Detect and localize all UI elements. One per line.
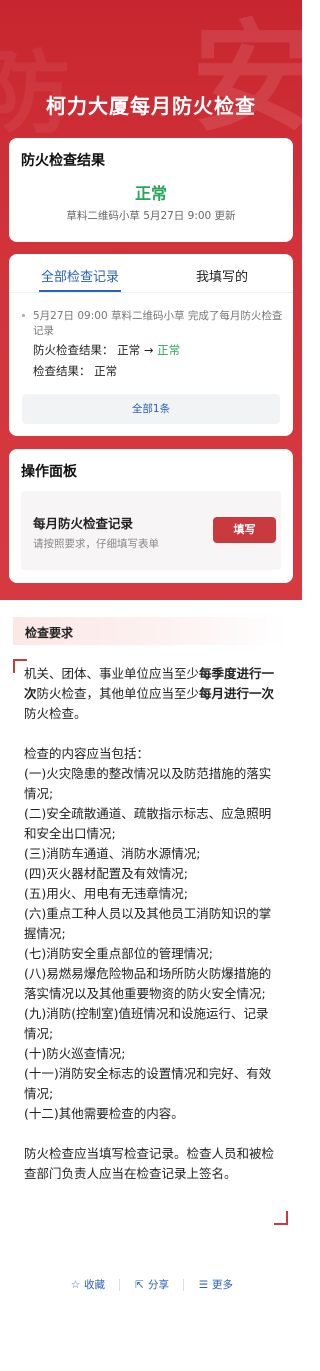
share-icon: ⇱ — [135, 1279, 144, 1291]
requirements-closing: 防火检查应当填写检查记录。检查人员和被检查部门负责人应当在检查记录上签名。 — [24, 1146, 275, 1181]
timeline-dot — [22, 314, 25, 317]
requirement-item: (八)易燃易爆危险物品和场所防火防爆措施的落实情况以及其他重要物资的防火安全情况… — [24, 966, 272, 1001]
active-tab-indicator — [39, 290, 121, 292]
requirement-item: (一)火灾隐患的整改情况以及防范措施的落实情况; — [24, 766, 272, 801]
status-badge: 正常 — [134, 184, 167, 203]
page-title: 柯力大厦每月防火检查 — [46, 94, 256, 118]
watermark-decoration-2: 防 — [0, 41, 70, 146]
field-value: 正常 — [94, 364, 118, 378]
footer-actions: ☆ 收藏 ⇱ 分享 ☰ 更多 — [0, 1277, 302, 1293]
field-label: 检查结果： — [33, 364, 91, 378]
star-icon: ☆ — [70, 1279, 81, 1291]
field-new-value: 正常 — [157, 343, 181, 357]
requirements-body: 机关、团体、事业单位应当至少每季度进行一次防火检查，其他单位应当至少每月进行一次… — [24, 664, 280, 1184]
form-subtitle: 请按照要求，仔细填写表单 — [33, 538, 159, 550]
record-field-fire-result: 防火检查结果： 正常 → 正常 — [33, 342, 180, 358]
inspection-result-card: 防火检查结果 正常 草料二维码小草 5月27日 9:00 更新 — [9, 138, 293, 242]
share-button[interactable]: ⇱ 分享 — [134, 1277, 169, 1292]
operation-panel-card: 操作面板 每月防火检查记录 请按照要求，仔细填写表单 填写 — [9, 449, 293, 583]
requirements-title: 检查要求 — [25, 626, 74, 640]
result-card-title: 防火检查结果 — [21, 153, 105, 169]
menu-icon: ☰ — [198, 1279, 209, 1291]
corner-bracket-decoration — [274, 1211, 288, 1225]
records-tabs: 全部检查记录 我填写的 — [9, 254, 293, 293]
panel-title: 操作面板 — [21, 464, 77, 480]
requirement-item: (七)消防安全重点部位的管理情况; — [24, 946, 213, 961]
divider — [183, 1279, 184, 1291]
requirement-item: (二)安全疏散通道、疏散指示标志、应急照明和安全出口情况; — [24, 806, 272, 841]
requirements-paragraph-1: 机关、团体、事业单位应当至少每季度进行一次防火检查，其他单位应当至少每月进行一次… — [24, 666, 275, 721]
field-label: 防火检查结果： — [33, 343, 114, 357]
requirement-item: (三)消防车通道、消防水源情况; — [24, 846, 201, 861]
record-field-result: 检查结果： 正常 — [33, 363, 117, 379]
field-old-value: 正常 — [117, 343, 141, 357]
requirement-item: (四)灭火器材配置及有效情况; — [24, 866, 188, 881]
form-entry: 每月防火检查记录 请按照要求，仔细填写表单 填写 — [21, 491, 281, 570]
divider — [119, 1279, 120, 1291]
collect-button[interactable]: ☆ 收藏 — [70, 1277, 105, 1292]
requirements-header: 检查要求 — [13, 617, 287, 645]
requirement-item: (五)用火、用电有无违章情况; — [24, 886, 188, 901]
requirements-intro: 检查的内容应当包括： — [24, 746, 150, 761]
form-title: 每月防火检查记录 — [33, 516, 134, 531]
requirement-item: (十二)其他需要检查的内容。 — [24, 1106, 184, 1121]
arrow-icon: → — [143, 343, 154, 357]
requirement-item: (六)重点工种人员以及其他员工消防知识的掌握情况; — [24, 906, 272, 941]
more-button[interactable]: ☰ 更多 — [198, 1277, 233, 1292]
tab-my-records[interactable]: 我填写的 — [151, 266, 293, 285]
watermark-decoration: 安 — [192, 9, 302, 148]
record-summary[interactable]: 5月27日 09:00 草料二维码小草 完成了每月防火检查记录 — [33, 309, 283, 339]
requirement-item: (九)消防(控制室)值班情况和设施运行、记录情况; — [24, 1006, 269, 1041]
all-records-button[interactable]: 全部1条 — [22, 394, 280, 424]
records-card: 全部检查记录 我填写的 5月27日 09:00 草料二维码小草 完成了每月防火检… — [9, 254, 293, 436]
tab-all-records[interactable]: 全部检查记录 — [9, 266, 151, 285]
fill-button[interactable]: 填写 — [213, 517, 276, 543]
requirement-item: (十)防火巡查情况; — [24, 1046, 126, 1061]
update-meta: 草料二维码小草 5月27日 9:00 更新 — [66, 210, 236, 222]
requirement-item: (十一)消防安全标志的设置情况和完好、有效情况; — [24, 1066, 272, 1101]
